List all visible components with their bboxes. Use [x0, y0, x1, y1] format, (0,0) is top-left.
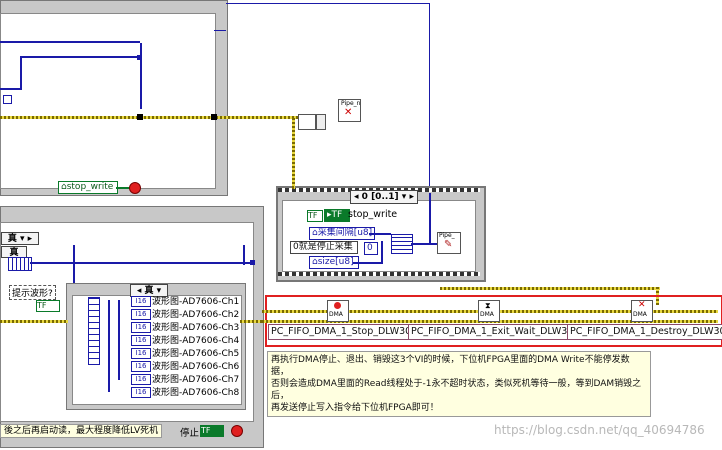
channel-indicator[interactable]: I16 波形图-AD7606-Ch8: [131, 387, 239, 399]
blue-wire: [214, 30, 226, 31]
blue-wire: [429, 193, 431, 245]
watermark: https://blog.csdn.net/qq_40694786: [494, 423, 705, 437]
channel-indicator[interactable]: I16 波形图-AD7606-Ch1: [131, 296, 239, 308]
dma-note-comment: 再执行DMA停止、退出、销毁这3个VI的时候，下位机FPGA里面的DMA Wri…: [267, 351, 651, 417]
blue-wire: [353, 262, 383, 264]
stop-write-label: stop_write: [348, 209, 398, 220]
blue-tunnel: [137, 55, 142, 60]
close-icon: ✕: [638, 300, 646, 310]
sequence-selector[interactable]: ◂ 0 [0..1] ▾ ▸: [350, 190, 418, 204]
tunnel: [211, 114, 217, 120]
blue-wire: [243, 245, 245, 265]
build-array-node: [298, 114, 316, 130]
bottom-comment: 後之后再启动读，最大程度降低LV死机: [0, 424, 163, 438]
interval-local[interactable]: ⌂采集间隔[u8]: [309, 227, 375, 240]
blue-wire: [108, 300, 110, 392]
bundle-node: [316, 114, 326, 130]
pipe-subvi-label: Pipe_n: [341, 100, 361, 107]
stop-icon[interactable]: [231, 425, 243, 437]
sequence-film-bottom: [278, 272, 480, 276]
close-icon: ✕: [344, 107, 353, 118]
unbundle-by-name: [88, 297, 100, 365]
stop-collect-const: 0就是停止采集: [290, 241, 358, 254]
channel-indicator[interactable]: I16 波形图-AD7606-Ch3: [131, 322, 239, 334]
blue-wire: [226, 3, 430, 4]
error-wire: [0, 320, 68, 323]
blue-wire: [369, 233, 391, 235]
true-const[interactable]: TF: [307, 210, 323, 222]
blue-wire: [0, 88, 22, 90]
dma-exit-wait-vi-ref[interactable]: PC_FIFO_DMA_1_Exit_Wait_DLW30▼: [408, 324, 584, 340]
dma-exit-wait-subvi[interactable]: ⧗ DMA: [478, 300, 500, 322]
chevron-down-icon: ▾: [19, 234, 25, 244]
pencil-icon: ✎: [444, 239, 453, 250]
pipe-write-subvi[interactable]: Pipe_ ✎: [437, 232, 461, 254]
blue-wire: [411, 243, 437, 245]
blue-tunnel: [250, 260, 255, 265]
size-local[interactable]: ⌂size[u8]: [309, 256, 359, 269]
error-wire: [440, 287, 660, 290]
pipe-subvi[interactable]: Pipe_n ✕: [338, 99, 361, 122]
blue-wire: [429, 3, 430, 193]
dma-destroy-vi-ref[interactable]: PC_FIFO_DMA_1_Destroy_DLW30▼: [567, 324, 722, 340]
case-selector[interactable]: 真 ▾ ▸: [1, 232, 39, 245]
blue-wire: [30, 262, 250, 264]
blue-wire: [20, 56, 22, 89]
loop-stop-icon[interactable]: [129, 182, 141, 194]
channel-indicator[interactable]: I16 波形图-AD7606-Ch2: [131, 309, 239, 321]
blue-wire: [0, 41, 140, 43]
blue-tunnel: [3, 95, 12, 104]
green-wire: [116, 187, 130, 189]
pipe-subvi-label: Pipe_: [439, 232, 455, 239]
show-waveform-label: 提示波形?: [9, 285, 56, 300]
chevron-right-icon: ▸: [409, 192, 414, 202]
stop-local[interactable]: TF: [200, 425, 224, 437]
blue-wire: [118, 300, 120, 380]
stop-sign-icon: [334, 302, 341, 309]
dma-stop-subvi[interactable]: DMA: [327, 300, 349, 322]
channel-indicator[interactable]: I16 波形图-AD7606-Ch4: [131, 335, 239, 347]
error-wire: [0, 116, 300, 119]
stop-label: 停止: [180, 428, 200, 439]
build-array-node: [391, 234, 413, 254]
channel-list: I16 波形图-AD7606-Ch1 I16 波形图-AD7606-Ch2 I16 波…: [131, 295, 241, 399]
error-wire: [292, 186, 295, 189]
top-inner-case: [0, 13, 216, 189]
chevron-right-icon: ▸: [27, 234, 33, 244]
channel-indicator[interactable]: I16 波形图-AD7606-Ch5: [131, 348, 239, 360]
blue-wire: [381, 241, 383, 263]
channel-indicator[interactable]: I16 波形图-AD7606-Ch7: [131, 374, 239, 386]
zero-const[interactable]: 0: [364, 242, 378, 255]
stop-write-local[interactable]: ⌂stop_write: [58, 181, 118, 194]
chevron-left-icon: ◂: [354, 192, 359, 202]
error-wire: [292, 118, 295, 188]
unbundle-node: [8, 257, 32, 271]
stop-write-local[interactable]: ▸TF: [324, 209, 350, 222]
blue-wire: [73, 245, 75, 283]
tunnel: [137, 114, 143, 120]
blue-wire: [140, 43, 142, 109]
blue-wire: [20, 56, 140, 58]
dma-destroy-subvi[interactable]: ✕ DMA: [631, 300, 653, 322]
show-waveform-local[interactable]: TF: [36, 300, 60, 312]
channel-indicator[interactable]: I16 波形图-AD7606-Ch6: [131, 361, 239, 373]
chevron-down-icon: ▾: [401, 192, 407, 202]
dma-stop-vi-ref[interactable]: PC_FIFO_DMA_1_Stop_DLW30▼: [268, 324, 422, 340]
hourglass-icon: ⧗: [485, 301, 491, 310]
